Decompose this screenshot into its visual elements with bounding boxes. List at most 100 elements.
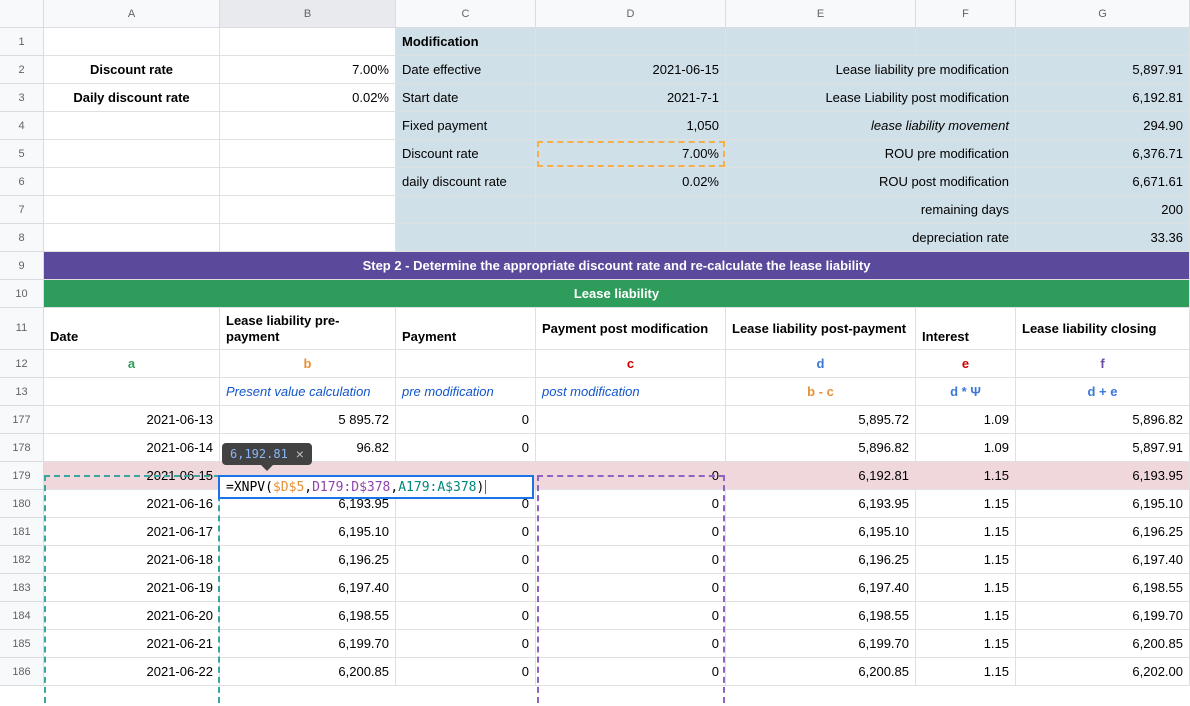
cell[interactable]: 0 bbox=[396, 434, 536, 462]
cell[interactable]: 1.09 bbox=[916, 406, 1016, 434]
cell[interactable]: d * Ψ bbox=[916, 378, 1016, 406]
cell[interactable]: 0 bbox=[396, 518, 536, 546]
cell[interactable]: 6,200.85 bbox=[220, 658, 396, 686]
cell[interactable]: 1,050 bbox=[536, 112, 726, 140]
cell[interactable]: f bbox=[1016, 350, 1190, 378]
cell[interactable]: Lease liability pre modification bbox=[726, 56, 1016, 84]
row-header[interactable]: 180 bbox=[0, 490, 44, 518]
cell[interactable]: 5,896.82 bbox=[726, 434, 916, 462]
row-header[interactable]: 11 bbox=[0, 308, 44, 350]
col-header-C[interactable]: C bbox=[396, 0, 536, 28]
cell[interactable]: 1.15 bbox=[916, 574, 1016, 602]
cell[interactable] bbox=[220, 224, 396, 252]
cell[interactable]: 5 895.72 bbox=[220, 406, 396, 434]
cell[interactable]: Date effective bbox=[396, 56, 536, 84]
cell[interactable] bbox=[220, 196, 396, 224]
cell[interactable]: 6,199.70 bbox=[220, 630, 396, 658]
cell[interactable]: 1.15 bbox=[916, 630, 1016, 658]
cell[interactable]: 6,196.25 bbox=[726, 546, 916, 574]
cell[interactable]: 6,200.85 bbox=[1016, 630, 1190, 658]
cell[interactable]: depreciation rate bbox=[726, 224, 1016, 252]
cell[interactable]: 0 bbox=[536, 546, 726, 574]
cell[interactable]: 6,198.55 bbox=[726, 602, 916, 630]
cell[interactable]: 2021-06-15 bbox=[44, 462, 220, 490]
cell[interactable]: 294.90 bbox=[1016, 112, 1190, 140]
row-header[interactable]: 178 bbox=[0, 434, 44, 462]
cell[interactable]: 6,193.95 bbox=[1016, 462, 1190, 490]
cell[interactable]: 7.00% bbox=[536, 140, 726, 168]
row-header[interactable]: 12 bbox=[0, 350, 44, 378]
cell[interactable]: post modification bbox=[536, 378, 726, 406]
cell[interactable]: 6,199.70 bbox=[1016, 602, 1190, 630]
cell[interactable]: pre modification bbox=[396, 378, 536, 406]
cell[interactable]: lease liability movement bbox=[726, 112, 1016, 140]
cell[interactable]: Discount rate bbox=[44, 56, 220, 84]
cell[interactable]: 2021-06-21 bbox=[44, 630, 220, 658]
cell[interactable] bbox=[396, 196, 536, 224]
cell[interactable]: 0 bbox=[536, 658, 726, 686]
cell[interactable]: 0 bbox=[536, 518, 726, 546]
cell[interactable]: 1.15 bbox=[916, 518, 1016, 546]
cell[interactable] bbox=[220, 140, 396, 168]
cell[interactable]: 200 bbox=[1016, 196, 1190, 224]
cell[interactable]: 6,192.81 bbox=[1016, 84, 1190, 112]
cell[interactable]: d + e bbox=[1016, 378, 1190, 406]
cell[interactable]: 6,199.70 bbox=[726, 630, 916, 658]
col-header-F[interactable]: F bbox=[916, 0, 1016, 28]
cell[interactable] bbox=[44, 112, 220, 140]
cell[interactable]: Present value calculation bbox=[220, 378, 396, 406]
cell[interactable]: 5,897.91 bbox=[1016, 56, 1190, 84]
cell[interactable]: Modification bbox=[396, 28, 536, 56]
col-header-G[interactable]: G bbox=[1016, 0, 1190, 28]
cell[interactable]: b - c bbox=[726, 378, 916, 406]
cell[interactable] bbox=[726, 28, 916, 56]
cell[interactable]: 2021-06-17 bbox=[44, 518, 220, 546]
cell[interactable]: 1.15 bbox=[916, 602, 1016, 630]
cell[interactable]: 2021-06-18 bbox=[44, 546, 220, 574]
row-header[interactable]: 177 bbox=[0, 406, 44, 434]
col-header-A[interactable]: A bbox=[44, 0, 220, 28]
spreadsheet-grid[interactable]: A B C D E F G 1 Modification 2 Discount … bbox=[0, 0, 1190, 686]
cell[interactable]: 6,197.40 bbox=[1016, 546, 1190, 574]
row-header[interactable]: 3 bbox=[0, 84, 44, 112]
cell[interactable] bbox=[220, 28, 396, 56]
cell[interactable]: 2021-06-20 bbox=[44, 602, 220, 630]
cell[interactable]: 6,192.81 bbox=[726, 462, 916, 490]
cell[interactable]: 2021-06-13 bbox=[44, 406, 220, 434]
cell[interactable]: Fixed payment bbox=[396, 112, 536, 140]
row-header[interactable]: 6 bbox=[0, 168, 44, 196]
cell[interactable]: 1.15 bbox=[916, 546, 1016, 574]
cell[interactable] bbox=[536, 406, 726, 434]
cell[interactable]: 0 bbox=[396, 602, 536, 630]
cell[interactable] bbox=[44, 224, 220, 252]
cell[interactable] bbox=[44, 378, 220, 406]
cell[interactable]: 2021-06-16 bbox=[44, 490, 220, 518]
row-header[interactable]: 4 bbox=[0, 112, 44, 140]
cell[interactable]: Start date bbox=[396, 84, 536, 112]
row-header[interactable]: 5 bbox=[0, 140, 44, 168]
cell[interactable]: remaining days bbox=[726, 196, 1016, 224]
cell[interactable]: 6,193.95 bbox=[726, 490, 916, 518]
cell[interactable]: 6,202.00 bbox=[1016, 658, 1190, 686]
cell[interactable]: 5,897.91 bbox=[1016, 434, 1190, 462]
row-header[interactable]: 183 bbox=[0, 574, 44, 602]
row-header[interactable]: 13 bbox=[0, 378, 44, 406]
cell[interactable]: 0 bbox=[536, 490, 726, 518]
cell[interactable]: ROU pre modification bbox=[726, 140, 1016, 168]
cell[interactable] bbox=[396, 350, 536, 378]
cell[interactable]: 6,376.71 bbox=[1016, 140, 1190, 168]
col-header-D[interactable]: D bbox=[536, 0, 726, 28]
col-header-E[interactable]: E bbox=[726, 0, 916, 28]
row-header[interactable]: 8 bbox=[0, 224, 44, 252]
cell[interactable]: 2021-06-15 bbox=[536, 56, 726, 84]
cell[interactable]: 2021-7-1 bbox=[536, 84, 726, 112]
cell[interactable]: a bbox=[44, 350, 220, 378]
cell[interactable]: 0 bbox=[396, 574, 536, 602]
cell[interactable]: c bbox=[536, 350, 726, 378]
cell[interactable]: 7.00% bbox=[220, 56, 396, 84]
cell[interactable] bbox=[44, 168, 220, 196]
close-icon[interactable]: × bbox=[296, 447, 304, 461]
row-header[interactable]: 179 bbox=[0, 462, 44, 490]
cell[interactable]: 2021-06-19 bbox=[44, 574, 220, 602]
cell[interactable] bbox=[220, 112, 396, 140]
